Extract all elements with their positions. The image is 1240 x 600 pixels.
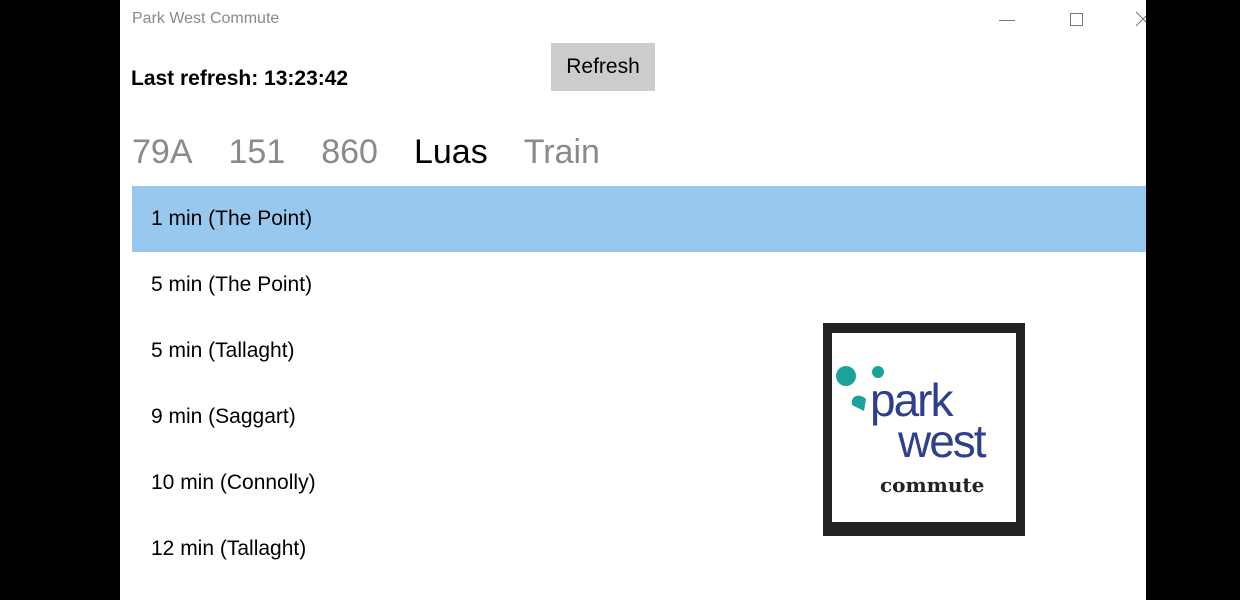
list-item[interactable]: 1 min (The Point): [132, 186, 1146, 252]
logo-swoosh: [851, 395, 866, 411]
list-item[interactable]: 5 min (The Point): [132, 252, 1146, 318]
route-tabs: 79A 151 860 Luas Train: [132, 130, 600, 174]
window-title: Park West Commute: [132, 10, 280, 27]
close-icon: [1135, 11, 1146, 27]
tab-train[interactable]: Train: [524, 130, 600, 174]
app-window: Park West Commute Last refresh: 13:23:42…: [120, 0, 1146, 600]
tab-151[interactable]: 151: [229, 130, 286, 174]
logo-dot-large: [836, 366, 856, 386]
close-button[interactable]: [1115, 0, 1146, 38]
maximize-button[interactable]: [1051, 0, 1101, 38]
logo-image: park west commute: [836, 366, 989, 497]
tab-luas[interactable]: Luas: [414, 130, 488, 174]
logo-word-west: west: [897, 415, 987, 467]
minimize-button[interactable]: [982, 0, 1032, 38]
maximize-icon: [1069, 12, 1083, 26]
minimize-icon: [999, 19, 1015, 21]
park-west-logo: park west commute: [823, 323, 1025, 536]
tab-860[interactable]: 860: [321, 130, 378, 174]
refresh-button[interactable]: Refresh: [551, 43, 655, 91]
last-refresh-label: Last refresh: 13:23:42: [131, 67, 349, 90]
logo-tagline: commute: [880, 473, 984, 497]
tab-79a[interactable]: 79A: [132, 130, 193, 174]
